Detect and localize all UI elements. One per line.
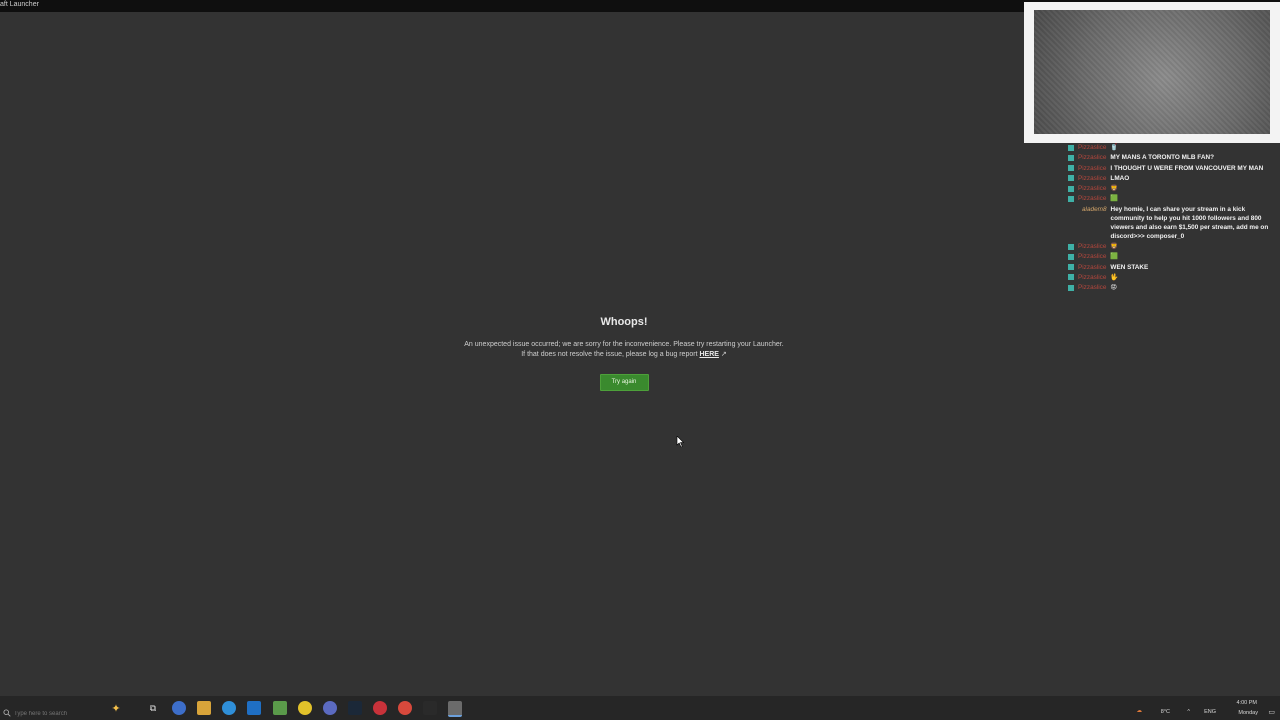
chat-message: Pizzaslice 😡 <box>1068 283 1278 292</box>
try-again-button[interactable]: Try again <box>599 374 649 391</box>
chrome-icon[interactable] <box>172 701 186 715</box>
steam-icon[interactable] <box>348 701 362 715</box>
chat-username: Pizzaslice <box>1078 185 1107 193</box>
chat-badge-icon <box>1068 243 1074 250</box>
chat-text: WEN STAKE <box>1110 263 1149 271</box>
error-title: Whoops! <box>600 316 648 328</box>
epic-games-icon[interactable] <box>423 701 437 715</box>
chat-overlay: Pizzaslice 🥤 Pizzaslice MY MANS A TORONTO M… <box>1068 143 1278 294</box>
chat-text: 🟩 <box>1110 253 1119 261</box>
clock-time[interactable]: 4:00 PM <box>1237 700 1257 706</box>
chat-text: 🟩 <box>1110 195 1119 203</box>
chat-message: Pizzaslice WEN STAKE <box>1068 263 1278 272</box>
chat-badge-icon <box>1068 195 1074 202</box>
chat-badge-icon <box>1068 185 1074 192</box>
bug-report-link[interactable]: HERE <box>699 351 718 358</box>
chat-text: I THOUGHT U WERE FROM VANCOUVER MY MAN <box>1110 164 1264 172</box>
error-message-line2-text: If that does not resolve the issue, plea… <box>521 351 698 358</box>
chat-badge-icon <box>1068 175 1074 182</box>
file-explorer-icon[interactable] <box>197 701 211 715</box>
external-link-icon: ↗ <box>720 351 727 358</box>
chat-username: Pizzaslice <box>1078 174 1107 182</box>
chat-username: Pizzaslice <box>1078 263 1107 271</box>
webcam-feed <box>1034 10 1270 134</box>
outlook-icon[interactable] <box>247 701 261 715</box>
chat-message: aladem8 Hey homie, I can share your strea… <box>1068 205 1278 241</box>
taskbar: ✦ ⧉ ☁ 8°C ^ ENG 4:00 PM Monday ▭ <box>0 696 1280 720</box>
mouse-cursor-icon <box>676 436 685 448</box>
chat-text: 🖖 <box>1110 273 1119 281</box>
error-message-line2: If that does not resolve the issue, plea… <box>420 350 828 360</box>
taskbar-search[interactable] <box>0 696 145 720</box>
error-message-line1: An unexpected issue occurred; we are sor… <box>464 341 784 348</box>
chat-username: Pizzaslice <box>1078 154 1107 162</box>
chat-text: MY MANS A TORONTO MLB FAN? <box>1110 154 1214 162</box>
tray-overflow-icon[interactable]: ^ <box>1187 709 1190 715</box>
chat-badge-icon <box>1068 144 1074 151</box>
chat-username: aladem8 <box>1082 205 1107 213</box>
chat-username: Pizzaslice <box>1078 144 1107 151</box>
chat-username: Pizzaslice <box>1078 284 1107 292</box>
webcam-overlay <box>1024 2 1280 143</box>
chat-badge-icon <box>1068 274 1074 281</box>
weather-icon[interactable]: ☁ <box>1137 708 1143 714</box>
clock-day[interactable]: Monday <box>1238 710 1258 716</box>
error-message: An unexpected issue occurred; we are sor… <box>420 340 828 360</box>
search-icon <box>3 709 11 717</box>
chat-message: Pizzaslice MY MANS A TORONTO MLB FAN? <box>1068 153 1278 162</box>
weather-temp[interactable]: 8°C <box>1161 709 1170 715</box>
chat-badge-icon <box>1068 284 1074 291</box>
chat-message: Pizzaslice 🥤 <box>1068 143 1278 152</box>
chat-username: Pizzaslice <box>1078 164 1107 172</box>
chat-message: Pizzaslice 🦁 <box>1068 184 1278 193</box>
search-input[interactable] <box>14 711 104 717</box>
chat-text: 🦁 <box>1110 185 1119 193</box>
error-panel: Whoops! An unexpected issue occurred; we… <box>420 316 828 391</box>
chat-message: Pizzaslice 🟩 <box>1068 252 1278 261</box>
chat-message: Pizzaslice 🖖 <box>1068 273 1278 282</box>
task-view-icon[interactable]: ⧉ <box>146 701 160 715</box>
chrome-alt-icon[interactable] <box>398 701 412 715</box>
minecraft-launcher-icon[interactable] <box>448 701 462 717</box>
chat-text: 🦁 <box>1110 243 1119 251</box>
chat-text: LMAO <box>1110 174 1130 182</box>
edge-icon[interactable] <box>222 701 236 715</box>
notification-icon[interactable]: ▭ <box>1268 708 1275 716</box>
copilot-icon[interactable]: ✦ <box>109 701 123 715</box>
chat-message: Pizzaslice 🦁 <box>1068 242 1278 251</box>
language-indicator[interactable]: ENG <box>1204 709 1216 715</box>
chat-message: Pizzaslice I THOUGHT U WERE FROM VANCOUVE… <box>1068 164 1278 173</box>
chat-username: Pizzaslice <box>1078 195 1107 203</box>
chat-text: Hey homie, I can share your stream in a … <box>1110 205 1269 240</box>
opera-icon[interactable] <box>373 701 387 715</box>
window-title: aft Launcher <box>0 1 39 8</box>
chat-username: Pizzaslice <box>1078 273 1107 281</box>
chat-badge-icon <box>1068 154 1074 161</box>
chat-badge-icon <box>1068 264 1074 271</box>
chat-badge-icon <box>1068 165 1074 172</box>
chat-message: Pizzaslice LMAO <box>1068 174 1278 183</box>
xbox-icon[interactable] <box>273 701 287 715</box>
chat-message: Pizzaslice 🟩 <box>1068 194 1278 203</box>
chat-username: Pizzaslice <box>1078 253 1107 261</box>
chat-username: Pizzaslice <box>1078 243 1107 251</box>
chat-text: 😡 <box>1110 284 1118 292</box>
browser-icon[interactable] <box>323 701 337 715</box>
chat-badge-icon <box>1068 253 1074 260</box>
chat-text: 🥤 <box>1110 144 1119 151</box>
norton-icon[interactable] <box>298 701 312 715</box>
